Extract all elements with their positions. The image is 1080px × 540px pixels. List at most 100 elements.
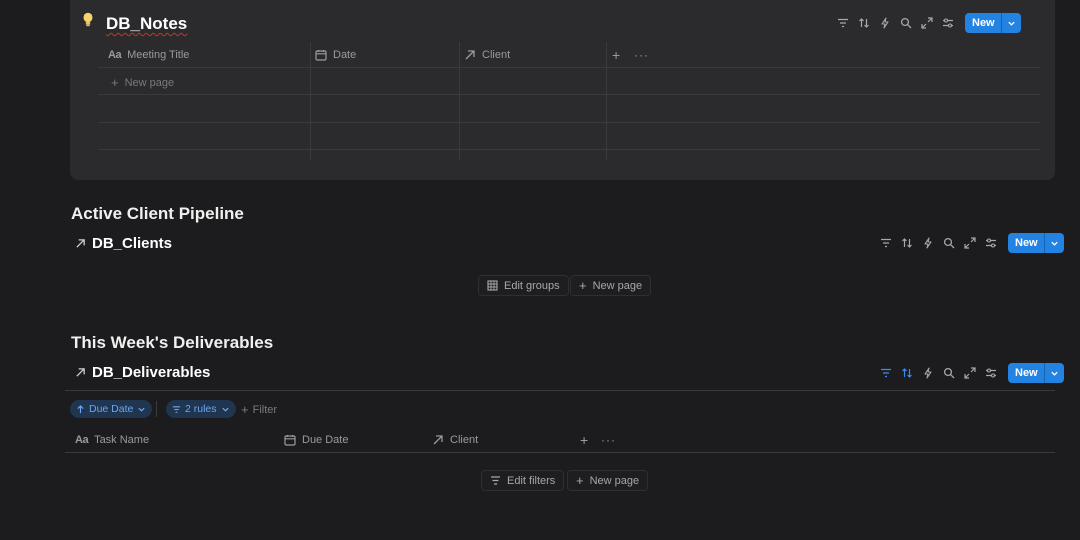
edit-filters-label: Edit filters	[507, 474, 556, 487]
calendar-icon	[315, 50, 327, 61]
chevron-down-icon[interactable]	[1043, 363, 1064, 383]
search-icon[interactable]	[938, 363, 959, 383]
new-page-button[interactable]: + New page	[570, 275, 652, 296]
column-header-due-date[interactable]: Due Date	[284, 428, 432, 452]
clients-db-title: DB_Clients	[92, 235, 173, 252]
filter-icon[interactable]	[875, 233, 896, 253]
automation-bolt-icon[interactable]	[917, 233, 938, 253]
chevron-down-icon	[221, 407, 229, 412]
lightbulb-icon	[83, 12, 93, 27]
relation-arrow-icon	[433, 435, 443, 445]
edit-groups-label: Edit groups	[504, 279, 560, 292]
add-filter-button[interactable]: + Filter	[241, 402, 277, 417]
section-divider	[65, 390, 1055, 391]
column-header-client[interactable]: Client	[464, 43, 612, 67]
arrow-up-icon	[77, 404, 84, 413]
new-entry-button[interactable]: New	[1008, 363, 1064, 383]
linked-db-arrow-icon	[76, 368, 85, 377]
expand-icon[interactable]	[916, 13, 937, 33]
new-page-label: New page	[589, 474, 640, 487]
automation-bolt-icon[interactable]	[917, 363, 938, 383]
row-divider	[98, 149, 1040, 150]
new-entry-button[interactable]: New	[965, 13, 1021, 33]
expand-icon[interactable]	[959, 233, 980, 253]
deliverables-db-title: DB_Deliverables	[92, 364, 211, 381]
calendar-icon	[284, 435, 296, 446]
new-page-label: New page	[592, 279, 643, 292]
clients-section-heading: Active Client Pipeline	[71, 204, 244, 223]
new-page-label: New page	[124, 76, 175, 89]
sort-icon[interactable]	[896, 233, 917, 253]
deliverables-table-header: Aa Task Name Due Date Client + ···	[75, 428, 621, 452]
column-header-meeting-title[interactable]: Aa Meeting Title	[108, 43, 315, 67]
filter-icon	[491, 476, 500, 485]
more-options-icon[interactable]: ···	[601, 428, 621, 452]
new-entry-button[interactable]: New	[1008, 233, 1064, 253]
column-header-task-name[interactable]: Aa Task Name	[75, 428, 284, 452]
row-divider	[98, 67, 1040, 68]
sort-icon[interactable]	[853, 13, 874, 33]
edit-filters-button[interactable]: Edit filters	[481, 470, 565, 491]
notes-toolbar: New	[832, 13, 1021, 33]
expand-icon[interactable]	[959, 363, 980, 383]
chevron-down-icon[interactable]	[1043, 233, 1064, 253]
search-icon[interactable]	[895, 13, 916, 33]
add-column-plus-icon[interactable]: +	[580, 428, 601, 452]
deliverables-toolbar: New	[875, 363, 1064, 383]
filter-icon[interactable]	[832, 13, 853, 33]
column-divider	[606, 42, 607, 160]
filter-icon	[172, 405, 181, 413]
sort-chip-due-date[interactable]: Due Date	[70, 400, 153, 418]
chip-separator	[156, 401, 157, 417]
text-aa-icon: Aa	[75, 434, 89, 446]
filter-icon[interactable]	[875, 363, 896, 383]
column-divider	[459, 42, 460, 160]
deliverables-section-heading: This Week's Deliverables	[71, 333, 274, 352]
column-divider	[310, 42, 311, 160]
settings-sliders-icon[interactable]	[980, 233, 1001, 253]
filter-rules-chip[interactable]: 2 rules	[166, 400, 236, 418]
new-button-label: New	[972, 17, 995, 29]
relation-arrow-icon	[465, 50, 475, 60]
more-options-icon[interactable]: ···	[634, 43, 654, 67]
clients-toolbar: New	[875, 233, 1064, 253]
row-divider	[98, 94, 1040, 95]
column-header-client[interactable]: Client	[432, 428, 580, 452]
notes-database-card: DB_Notes New Aa Meeting Title Date Clien…	[70, 0, 1055, 180]
filter-label: Filter	[252, 403, 278, 416]
row-divider	[98, 122, 1040, 123]
search-icon[interactable]	[938, 233, 959, 253]
page: DB_Notes New Aa Meeting Title Date Clien…	[0, 0, 1080, 540]
linked-db-arrow-icon	[76, 239, 85, 248]
notes-db-title[interactable]: DB_Notes	[106, 14, 187, 34]
new-button-label: New	[1015, 237, 1038, 249]
clients-db-link[interactable]: DB_Clients	[75, 235, 172, 252]
sort-icon[interactable]	[896, 363, 917, 383]
edit-groups-button[interactable]: Edit groups	[478, 275, 569, 296]
notes-table-header: Aa Meeting Title Date Client + ···	[108, 43, 654, 67]
column-label: Client	[482, 49, 511, 61]
row-divider	[65, 452, 1055, 453]
new-page-button[interactable]: + New page	[567, 470, 649, 491]
rules-chip-label: 2 rules	[185, 403, 217, 415]
column-label: Date	[333, 49, 357, 61]
column-label: Meeting Title	[127, 49, 190, 61]
automation-bolt-icon[interactable]	[874, 13, 895, 33]
grid-icon	[487, 280, 498, 291]
plus-icon: +	[111, 75, 119, 90]
chevron-down-icon[interactable]	[1000, 13, 1021, 33]
add-column-plus-icon[interactable]: +	[612, 43, 634, 67]
plus-icon: +	[576, 473, 584, 488]
sort-chip-label: Due Date	[89, 403, 134, 415]
deliverables-db-link[interactable]: DB_Deliverables	[75, 364, 210, 381]
settings-sliders-icon[interactable]	[980, 363, 1001, 383]
new-button-label: New	[1015, 367, 1038, 379]
plus-icon: +	[579, 278, 587, 293]
text-aa-icon: Aa	[108, 49, 122, 61]
column-label: Task Name	[94, 434, 150, 446]
column-label: Client	[450, 434, 479, 446]
plus-icon: +	[241, 402, 249, 417]
column-header-date[interactable]: Date	[315, 43, 464, 67]
settings-sliders-icon[interactable]	[937, 13, 958, 33]
new-page-row[interactable]: + New page	[111, 75, 174, 90]
